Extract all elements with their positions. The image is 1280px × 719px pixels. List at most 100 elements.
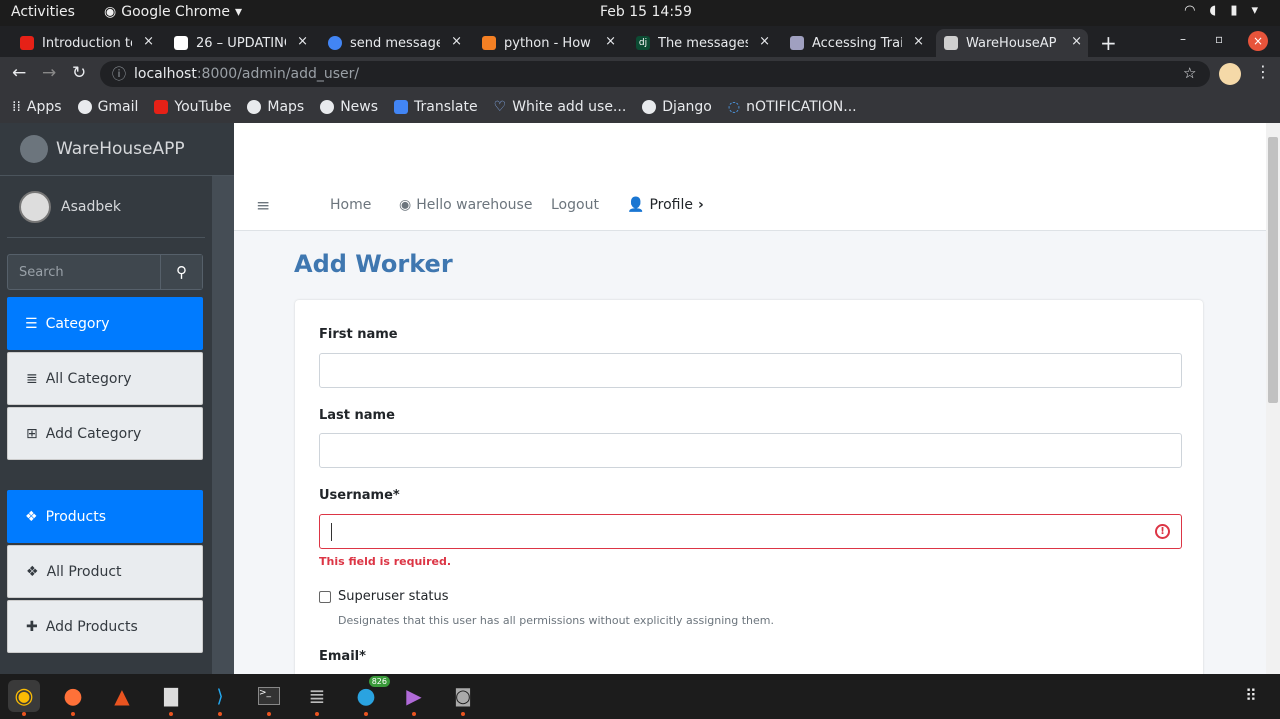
dock-video[interactable]: ▶: [398, 680, 430, 716]
tab-2[interactable]: 26 – UPDATING ×: [166, 29, 314, 57]
sidebar-item-products[interactable]: ❖ Products: [7, 490, 203, 543]
bookmark-apps[interactable]: ⁞⁞ Apps: [12, 99, 62, 115]
close-tab-icon[interactable]: ×: [143, 34, 154, 49]
user-panel[interactable]: Asadbek: [7, 176, 205, 238]
forward-button[interactable]: →: [42, 63, 56, 83]
window-close-button[interactable]: ×: [1248, 31, 1268, 51]
dock-chrome[interactable]: ◉: [8, 680, 40, 716]
restore-icon[interactable]: ▫: [1215, 32, 1223, 46]
superuser-checkbox[interactable]: [319, 591, 331, 603]
bookmark-youtube[interactable]: YouTube: [154, 99, 231, 115]
search-button[interactable]: ⚲: [160, 255, 202, 289]
dock-terminal[interactable]: >_: [253, 680, 285, 716]
show-apps-grid-icon[interactable]: ⠿: [1245, 686, 1257, 705]
chrome-icon: ◉: [14, 683, 34, 709]
activities-button[interactable]: Activities: [11, 4, 75, 20]
user-icon: 👤: [627, 197, 645, 213]
page-title: Add Worker: [294, 250, 453, 278]
nav-label: Logout: [551, 197, 599, 213]
sidebar-item-category[interactable]: ☰ Category: [7, 297, 203, 350]
brand-link[interactable]: WareHouseAPP: [0, 123, 234, 176]
scrollbar-thumb[interactable]: [1268, 137, 1278, 403]
close-tab-icon[interactable]: ×: [297, 34, 308, 49]
new-tab-button[interactable]: +: [1100, 31, 1117, 55]
nav-profile-link[interactable]: 👤 Profile ›: [627, 197, 704, 213]
dock-database[interactable]: ≣: [301, 680, 333, 716]
search-icon: ⚲: [176, 264, 187, 281]
system-tray[interactable]: ◠ ◖ ▮ ▾: [1184, 3, 1258, 18]
close-tab-icon[interactable]: ×: [451, 34, 462, 49]
tab-3[interactable]: send message ×: [320, 29, 468, 57]
heart-icon: ♡: [493, 99, 507, 115]
brand-logo: [20, 135, 48, 163]
bookmark-maps[interactable]: Maps: [247, 99, 304, 115]
files-icon: ▇: [164, 685, 178, 707]
clock[interactable]: Feb 15 14:59: [600, 4, 692, 20]
bookmark-gmail[interactable]: Gmail: [77, 99, 138, 115]
brand-text: WareHouseAPP: [56, 139, 185, 159]
last-name-field[interactable]: [319, 433, 1182, 468]
url-path: :8000/admin/add_user/: [196, 66, 360, 82]
close-tab-icon[interactable]: ×: [913, 34, 924, 49]
telegram-icon: ●: [356, 683, 376, 709]
page-scrollbar[interactable]: [1266, 123, 1280, 674]
dock-disk[interactable]: ◙: [447, 680, 479, 716]
url-host: localhost: [134, 66, 197, 82]
spinner-icon: ◌: [727, 99, 741, 115]
plus-icon: ✚: [26, 618, 38, 635]
nav-label: Profile: [649, 197, 693, 213]
bookmark-translate[interactable]: Translate: [394, 99, 478, 115]
nav-logout-link[interactable]: Logout: [551, 197, 599, 213]
bookmark-white-add-user[interactable]: ♡ White add use...: [494, 99, 627, 115]
tab-title: The messages: [658, 35, 748, 51]
first-name-field[interactable]: [319, 353, 1182, 388]
minimize-icon[interactable]: –: [1180, 32, 1186, 46]
superuser-help-text: Designates that this user has all permis…: [338, 614, 774, 627]
close-tab-icon[interactable]: ×: [605, 34, 616, 49]
sidebar-scrollbar[interactable]: [212, 176, 234, 674]
stackoverflow-favicon-icon: [482, 36, 496, 50]
globe-icon: [642, 100, 657, 114]
back-button[interactable]: ←: [12, 63, 26, 83]
nav-hello-link[interactable]: ◉ Hello warehouse: [399, 197, 532, 213]
sidebar-item-label: Products: [45, 508, 107, 525]
nav-home-link[interactable]: Home: [330, 197, 371, 213]
tab-5[interactable]: dj The messages ×: [628, 29, 776, 57]
superuser-label[interactable]: Superuser status: [338, 589, 449, 604]
reload-button[interactable]: ↻: [72, 63, 86, 83]
running-indicator: [218, 712, 222, 716]
bookmark-notification[interactable]: ◌ nOTIFICATION...: [728, 99, 857, 115]
dock-vscode[interactable]: ⟩: [204, 680, 236, 716]
bookmark-news[interactable]: News: [320, 99, 378, 115]
sidebar-item-label: Add Category: [45, 425, 142, 442]
tab-4[interactable]: python - How ×: [474, 29, 622, 57]
app-menu[interactable]: ◉ Google Chrome ▾: [104, 4, 242, 20]
bookmark-star-icon[interactable]: ☆: [1183, 64, 1196, 82]
search-input[interactable]: [8, 255, 160, 289]
sidebar-item-all-category[interactable]: ≣ All Category: [7, 352, 203, 405]
tab-7-active[interactable]: WareHouseAPP ×: [936, 29, 1088, 57]
username-field[interactable]: !: [319, 514, 1182, 549]
sidebar-item-all-product[interactable]: ❖ All Product: [7, 545, 203, 598]
bookmark-label: News: [340, 99, 379, 115]
menu-kebab-icon[interactable]: ⋮: [1255, 62, 1271, 81]
close-tab-icon[interactable]: ×: [1071, 34, 1082, 49]
dock-telegram[interactable]: ● 826: [350, 676, 390, 716]
tab-6[interactable]: Accessing Trai ×: [782, 29, 930, 57]
tab-1[interactable]: Introduction to ×: [12, 29, 160, 57]
sidebar-item-add-category[interactable]: ⊞ Add Category: [7, 407, 203, 460]
url-bar[interactable]: ⓘ localhost:8000/admin/add_user/: [100, 61, 1210, 87]
video-player-icon: ▶: [406, 684, 422, 708]
close-tab-icon[interactable]: ×: [759, 34, 770, 49]
info-icon[interactable]: ⓘ: [112, 64, 126, 84]
top-navbar: ≡ Home ◉ Hello warehouse Logout 👤 Profile ›: [234, 123, 1266, 231]
profile-avatar[interactable]: [1219, 63, 1241, 85]
cubes-icon: ❖: [26, 563, 39, 580]
sidebar-item-add-products[interactable]: ✚ Add Products: [7, 600, 203, 653]
dock-firefox[interactable]: ●: [57, 680, 89, 716]
dock-files[interactable]: ▇: [155, 680, 187, 716]
sidebar-item-label: All Category: [45, 370, 132, 387]
hamburger-icon[interactable]: ≡: [256, 196, 270, 216]
dock-software[interactable]: ▲: [106, 680, 138, 712]
bookmark-django[interactable]: Django: [642, 99, 712, 115]
